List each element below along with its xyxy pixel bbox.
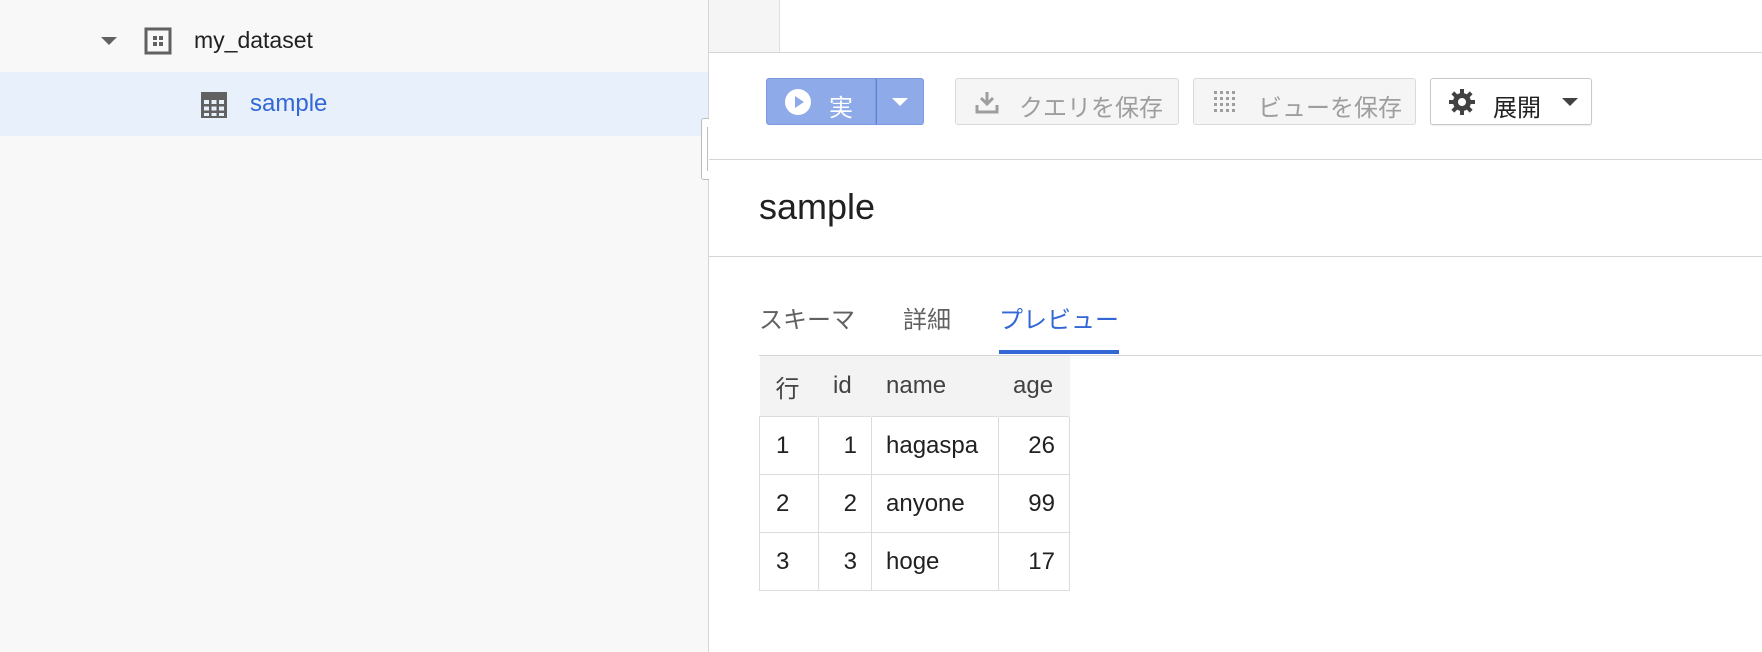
table-cell: 17 [998,532,1070,591]
tab-details[interactable]: 詳細 [903,300,951,354]
save-view-button[interactable]: ビューを保存 [1193,78,1416,125]
editor-strip [709,0,1762,53]
save-query-button[interactable]: クエリを保存 [955,78,1179,125]
tab-preview[interactable]: プレビュー [999,300,1119,354]
toolbar: 実行 クエリを保存 ビューを保存 展開 [709,53,1762,160]
table-cell: 3 [818,532,872,591]
table-cell: 3 [759,532,819,591]
table-cell: 99 [998,474,1070,533]
table-label: sample [250,90,328,117]
table-icon [201,92,227,118]
table-cell: 26 [998,416,1070,475]
tree-item-table[interactable]: sample [0,72,708,136]
expand-button[interactable]: 展開 [1430,78,1592,125]
table-cell: 2 [818,474,872,533]
table-row: 3 3 hoge 17 [759,532,1070,591]
save-view-label: ビューを保存 [1258,95,1402,122]
dataset-icon [144,27,172,55]
download-icon [975,92,999,114]
table-cell: hoge [871,532,999,591]
table-cell: 1 [759,416,819,475]
column-header: 行 [759,356,819,417]
table-header-row: 行 id name age [759,356,1070,417]
preview-table: 行 id name age 1 1 hagaspa 26 2 2 anyone … [759,356,1070,591]
save-query-label: クエリを保存 [1019,95,1163,122]
run-label: 実行 [829,95,853,157]
table-row: 1 1 hagaspa 26 [759,416,1070,475]
table-cell: 1 [818,416,872,475]
column-header: id [818,356,872,417]
column-header: age [998,356,1070,417]
table-row: 2 2 anyone 99 [759,474,1070,533]
resource-tree-panel: my_dataset sample [0,0,709,652]
gear-icon [1449,89,1475,115]
tab-bar: スキーマ 詳細 プレビュー [759,290,1762,356]
table-cell: 2 [759,474,819,533]
details-panel: 実行 クエリを保存 ビューを保存 展開 sample スキーマ 詳細 プレビュー… [709,0,1762,652]
run-options-button[interactable] [876,78,924,125]
page-title: sample [759,186,876,227]
column-header: name [871,356,999,417]
play-icon [785,89,811,115]
dropdown-arrow-icon [1562,98,1578,106]
table-cell: anyone [871,474,999,533]
expand-label: 展開 [1493,95,1541,122]
tab-schema[interactable]: スキーマ [759,300,855,354]
run-button[interactable]: 実行 [766,78,876,157]
title-area: sample [709,160,1762,257]
tree-item-dataset[interactable]: my_dataset [0,8,708,72]
dropdown-arrow-icon [892,98,908,106]
grid-dots-icon [1214,91,1235,112]
caret-down-icon[interactable] [101,37,117,45]
editor-gutter [709,0,780,52]
dataset-label: my_dataset [194,27,313,53]
table-cell: hagaspa [871,416,999,475]
